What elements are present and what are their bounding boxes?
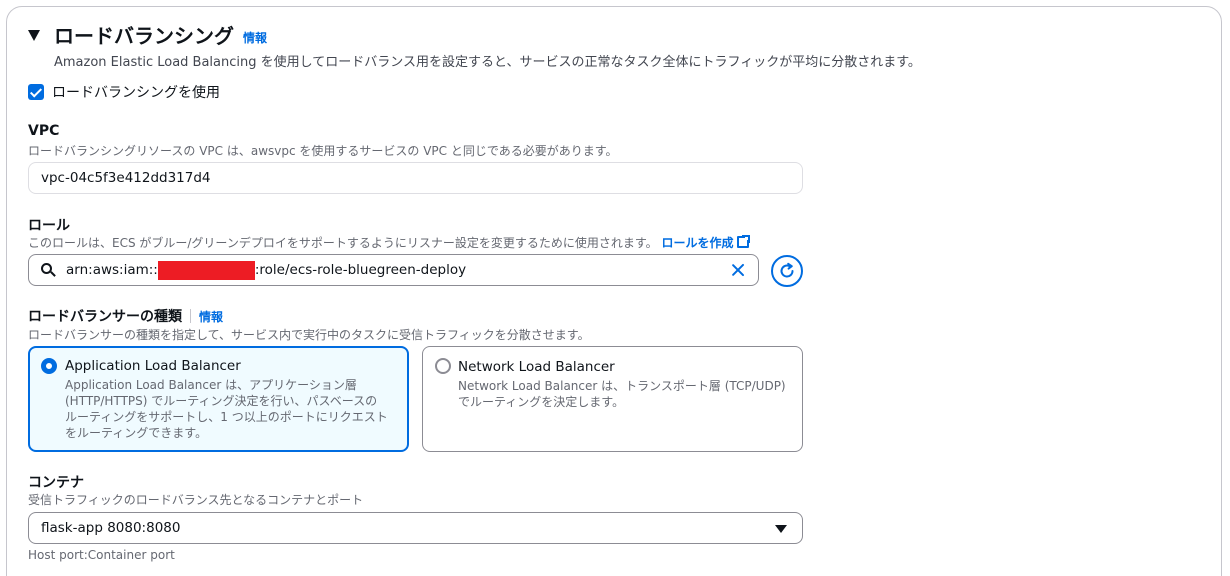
role-label: ロール [28,218,70,234]
radio-unselected-icon[interactable] [435,358,451,374]
lb-type-description: ロードバランサーの種類を指定して、サービス内で実行中のタスクに受信トラフィックを… [28,328,590,342]
section-description: Amazon Elastic Load Balancing を使用してロードバラ… [54,55,921,70]
role-search-input[interactable]: arn:aws:iam:::role/ecs-role-bluegreen-de… [28,254,759,286]
vpc-label: VPC [28,123,60,139]
use-load-balancing-checkbox-row[interactable]: ロードバランシングを使用 [28,83,220,101]
role-description: このロールは、ECS がブルー/グリーンデプロイをサポートするようにリスナー設定… [28,236,658,250]
vpc-field: vpc-04c5f3e412dd317d4 [28,162,803,194]
lb-type-label: ロードバランサーの種類 [28,309,182,325]
search-icon [41,263,56,277]
section-header[interactable]: ロードバランシング 情報 [28,20,267,48]
redacted-account-id [157,260,255,280]
create-role-label: ロールを作成 [661,236,734,250]
refresh-button[interactable] [771,255,803,287]
nlb-option-description: Network Load Balancer は、トランスポート層 (TCP/UD… [458,379,786,409]
lb-type-info-link[interactable]: 情報 [199,308,223,325]
caret-down-icon[interactable] [28,29,40,41]
role-arn-value[interactable]: arn:aws:iam:::role/ecs-role-bluegreen-de… [66,260,467,280]
container-description: 受信トラフィックのロードバランス先となるコンテナとポート [28,493,364,507]
role-description-row: このロールは、ECS がブルー/グリーンデプロイをサポートするようにリスナー設定… [28,234,752,251]
radio-selected-icon[interactable] [41,358,57,374]
alb-option-tile[interactable]: Application Load Balancer Application Lo… [28,346,409,452]
nlb-option-tile[interactable]: Network Load Balancer Network Load Balan… [422,346,803,452]
clear-icon[interactable] [730,262,746,278]
container-hint: Host port:Container port [28,548,175,562]
role-arn-prefix: arn:aws:iam:: [66,262,158,278]
role-arn-suffix: :role/ecs-role-bluegreen-deploy [254,262,467,278]
info-link[interactable]: 情報 [243,29,267,46]
divider [190,309,191,323]
alb-option-title: Application Load Balancer [65,358,241,374]
alb-option-description: Application Load Balancer は、アプリケーション層 (H… [65,378,388,440]
use-load-balancing-label: ロードバランシングを使用 [52,85,220,101]
refresh-icon [780,262,794,278]
checkbox-checked-icon[interactable] [28,84,44,100]
vpc-value: vpc-04c5f3e412dd317d4 [41,170,211,186]
container-label: コンテナ [28,475,84,491]
vpc-description: ロードバランシングリソースの VPC は、awsvpc を使用するサービスの V… [28,144,618,158]
lb-type-header: ロードバランサーの種類 情報 [28,307,223,325]
external-link-icon [737,234,752,248]
container-select[interactable]: flask-app 8080:8080 [28,512,803,544]
nlb-option-title: Network Load Balancer [458,359,615,375]
create-role-link[interactable]: ロールを作成 [661,234,752,250]
container-selected-value: flask-app 8080:8080 [41,520,181,536]
section-title: ロードバランシング [54,23,234,48]
dropdown-caret-icon[interactable] [775,525,787,533]
